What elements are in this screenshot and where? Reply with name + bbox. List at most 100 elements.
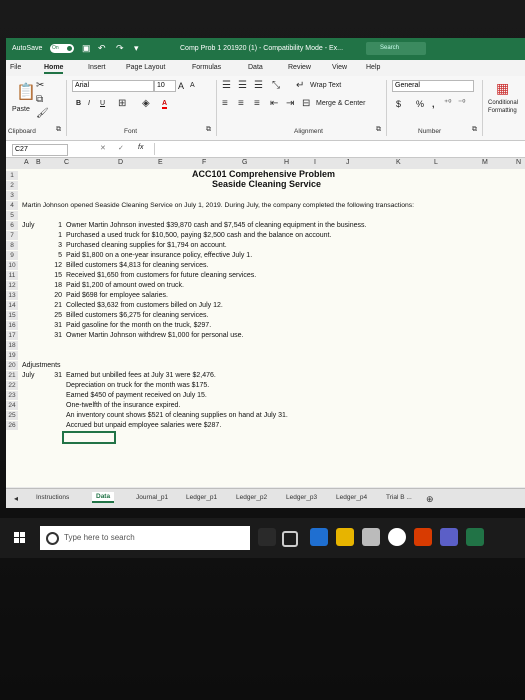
microphone-icon[interactable] bbox=[258, 528, 276, 546]
scroll-tabs-left-icon[interactable]: ◂ bbox=[14, 494, 18, 503]
tab-insert[interactable]: Insert bbox=[88, 64, 106, 71]
number-format-dropdown[interactable]: General bbox=[392, 80, 474, 92]
row-number[interactable]: 2 bbox=[6, 181, 18, 190]
italic-button[interactable]: I bbox=[88, 100, 90, 107]
taskbar-search-box[interactable]: Type here to search bbox=[40, 526, 250, 550]
column-header[interactable]: L bbox=[434, 159, 438, 166]
comma-button[interactable]: , bbox=[432, 99, 435, 109]
font-color-button[interactable]: A bbox=[162, 100, 168, 109]
add-sheet-icon[interactable]: ⊕ bbox=[426, 494, 434, 505]
wrap-text-icon[interactable]: ↵ bbox=[296, 80, 304, 91]
clipboard-launcher-icon[interactable]: ⧉ bbox=[56, 126, 61, 134]
row-number[interactable]: 9 bbox=[6, 251, 18, 260]
paste-button[interactable]: Paste bbox=[12, 106, 30, 113]
row-number[interactable]: 12 bbox=[6, 281, 18, 290]
column-header[interactable]: E bbox=[158, 159, 163, 166]
cancel-icon[interactable]: ✕ bbox=[100, 144, 106, 152]
chrome-icon[interactable] bbox=[388, 528, 406, 546]
undo-icon[interactable]: ↶ bbox=[98, 43, 106, 54]
teams-icon[interactable] bbox=[440, 528, 458, 546]
column-header[interactable]: H bbox=[284, 159, 289, 166]
tab-view[interactable]: View bbox=[332, 64, 347, 71]
row-number[interactable]: 19 bbox=[6, 351, 18, 360]
row-number[interactable]: 24 bbox=[6, 401, 18, 410]
column-header[interactable]: B bbox=[36, 159, 41, 166]
align-bottom-icon[interactable]: ☰ bbox=[254, 80, 263, 91]
font-size-dropdown[interactable]: 10 bbox=[154, 80, 176, 92]
format-painter-icon[interactable]: 🖌 bbox=[36, 108, 49, 119]
office-icon[interactable] bbox=[414, 528, 432, 546]
sheet-tab-journal-p1[interactable]: Journal_p1 bbox=[136, 494, 168, 501]
column-header[interactable]: N bbox=[516, 159, 521, 166]
name-box[interactable]: C27 bbox=[12, 144, 68, 156]
column-header[interactable]: C bbox=[64, 159, 69, 166]
row-number[interactable]: 15 bbox=[6, 311, 18, 320]
align-middle-icon[interactable]: ☰ bbox=[238, 80, 247, 91]
customize-toolbar-icon[interactable]: ▾ bbox=[134, 43, 139, 54]
row-number[interactable]: 14 bbox=[6, 301, 18, 310]
alignment-launcher-icon[interactable]: ⧉ bbox=[376, 126, 381, 134]
shrink-font-button[interactable]: A bbox=[190, 82, 195, 89]
row-number[interactable]: 25 bbox=[6, 411, 18, 420]
worksheet-grid[interactable]: 1 2 3 4 5 6 7 8 9 10 11 12 13 14 15 16 1… bbox=[6, 169, 525, 487]
column-header[interactable]: G bbox=[242, 159, 247, 166]
redo-icon[interactable]: ↷ bbox=[116, 43, 124, 54]
selected-cell[interactable] bbox=[62, 431, 116, 444]
column-header[interactable]: A bbox=[24, 159, 29, 166]
excel-taskbar-icon[interactable] bbox=[466, 528, 484, 546]
tab-help[interactable]: Help bbox=[366, 64, 380, 71]
orientation-icon[interactable]: ⤡ bbox=[272, 80, 280, 91]
tab-home[interactable]: Home bbox=[44, 64, 64, 74]
underline-button[interactable]: U bbox=[100, 100, 105, 107]
store-icon[interactable] bbox=[362, 528, 380, 546]
increase-indent-icon[interactable]: ⇥ bbox=[286, 98, 294, 109]
grow-font-button[interactable]: A bbox=[178, 81, 184, 91]
edge-icon[interactable] bbox=[310, 528, 328, 546]
insert-function-icon[interactable]: fx bbox=[138, 144, 143, 151]
title-search-box[interactable]: Search bbox=[366, 42, 426, 55]
paste-icon[interactable]: 📋 bbox=[16, 82, 36, 102]
bold-button[interactable]: B bbox=[76, 100, 81, 107]
conditional-formatting-icon[interactable]: ▦ bbox=[496, 80, 509, 97]
row-number[interactable]: 10 bbox=[6, 261, 18, 270]
row-number[interactable]: 3 bbox=[6, 191, 18, 200]
align-right-icon[interactable]: ≡ bbox=[254, 98, 260, 109]
conditional-formatting-label[interactable]: Conditional bbox=[488, 100, 518, 106]
row-number[interactable]: 4 bbox=[6, 201, 18, 210]
tab-formulas[interactable]: Formulas bbox=[192, 64, 221, 71]
merge-center-icon[interactable]: ⊟ bbox=[302, 98, 310, 109]
sheet-tab-instructions[interactable]: Instructions bbox=[36, 494, 69, 501]
row-number[interactable]: 17 bbox=[6, 331, 18, 340]
column-header[interactable]: I bbox=[314, 159, 316, 166]
row-number[interactable]: 20 bbox=[6, 361, 18, 370]
column-header[interactable]: J bbox=[346, 159, 350, 166]
decrease-decimal-icon[interactable]: ⁻⁰ bbox=[458, 98, 465, 107]
tab-review[interactable]: Review bbox=[288, 64, 311, 71]
copy-icon[interactable]: ⧉ bbox=[36, 94, 43, 105]
cut-icon[interactable]: ✂ bbox=[36, 80, 44, 91]
sheet-tab-ledger-p4[interactable]: Ledger_p4 bbox=[336, 494, 367, 501]
row-number[interactable]: 8 bbox=[6, 241, 18, 250]
formula-input[interactable] bbox=[154, 143, 523, 155]
tab-page-layout[interactable]: Page Layout bbox=[126, 64, 165, 71]
font-launcher-icon[interactable]: ⧉ bbox=[206, 126, 211, 134]
wrap-text-button[interactable]: Wrap Text bbox=[310, 82, 341, 89]
row-number[interactable]: 5 bbox=[6, 211, 18, 220]
row-number[interactable]: 7 bbox=[6, 231, 18, 240]
row-number[interactable]: 21 bbox=[6, 371, 18, 380]
save-icon[interactable]: ▣ bbox=[82, 43, 91, 54]
row-number[interactable]: 1 bbox=[6, 171, 18, 180]
file-explorer-icon[interactable] bbox=[336, 528, 354, 546]
align-left-icon[interactable]: ≡ bbox=[222, 98, 228, 109]
tab-data[interactable]: Data bbox=[248, 64, 263, 71]
row-number[interactable]: 6 bbox=[6, 221, 18, 230]
column-header[interactable]: D bbox=[118, 159, 123, 166]
sheet-tab-trial-balance[interactable]: Trial B ... bbox=[386, 494, 412, 501]
font-name-dropdown[interactable]: Arial bbox=[72, 80, 154, 92]
column-header[interactable]: F bbox=[202, 159, 206, 166]
percent-button[interactable]: % bbox=[416, 99, 424, 109]
sheet-tab-data[interactable]: Data bbox=[92, 492, 115, 503]
row-number[interactable]: 18 bbox=[6, 341, 18, 350]
decrease-indent-icon[interactable]: ⇤ bbox=[270, 98, 278, 109]
row-number[interactable]: 23 bbox=[6, 391, 18, 400]
